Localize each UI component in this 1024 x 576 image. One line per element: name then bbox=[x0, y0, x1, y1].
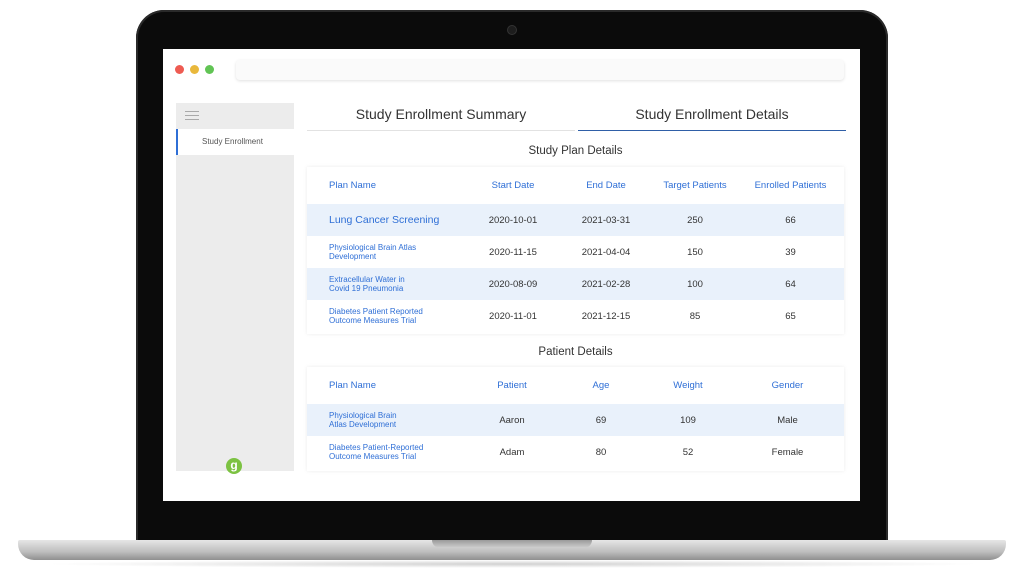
table-row[interactable]: Lung Cancer Screening 2020-10-01 2021-03… bbox=[307, 204, 844, 236]
table-header-row: Plan Name Patient Age Weight Gender bbox=[307, 367, 844, 404]
target-patients-cell: 100 bbox=[687, 278, 703, 290]
weight-cell: 109 bbox=[680, 414, 696, 426]
column-header[interactable]: Weight bbox=[645, 380, 731, 391]
tab-study-enrollment-details[interactable]: Study Enrollment Details bbox=[578, 99, 846, 131]
app-logo: g bbox=[226, 458, 242, 474]
column-header[interactable]: Age bbox=[557, 380, 645, 391]
end-date-cell: 2021-04-04 bbox=[581, 246, 631, 258]
plan-name-cell[interactable]: Lung Cancer Screening bbox=[307, 214, 467, 225]
end-date-cell: 2021-03-31 bbox=[581, 214, 631, 226]
study-plan-table: Plan Name Start Date End Date Target Pat… bbox=[307, 167, 844, 334]
start-date-cell: 2020-08-09 bbox=[488, 278, 538, 290]
gender-cell: Male bbox=[777, 414, 798, 426]
start-date-cell: 2020-11-01 bbox=[489, 310, 537, 322]
end-date-cell: 2021-02-28 bbox=[581, 278, 631, 290]
table-row[interactable]: Extracellular Water in Covid 19 Pneumoni… bbox=[307, 268, 844, 300]
enrolled-patients-cell: 39 bbox=[785, 246, 796, 258]
plan-name-cell[interactable]: Diabetes Patient-Reported Outcome Measur… bbox=[307, 443, 467, 461]
column-header[interactable]: Plan Name bbox=[307, 181, 467, 191]
column-header[interactable]: Start Date bbox=[467, 180, 559, 191]
target-patients-cell: 250 bbox=[687, 214, 703, 226]
plan-name-cell[interactable]: Extracellular Water in Covid 19 Pneumoni… bbox=[307, 275, 467, 293]
column-header[interactable]: Plan Name bbox=[307, 381, 467, 391]
camera-icon bbox=[507, 25, 517, 35]
column-header[interactable]: Gender bbox=[731, 380, 844, 391]
column-header[interactable]: Enrolled Patients bbox=[737, 180, 844, 191]
table-row[interactable]: Physiological Brain Atlas Development 20… bbox=[307, 236, 844, 268]
tab-study-enrollment-summary[interactable]: Study Enrollment Summary bbox=[307, 99, 575, 131]
patient-details-title: Patient Details bbox=[538, 346, 613, 358]
gender-cell: Female bbox=[771, 446, 804, 458]
laptop-notch bbox=[432, 540, 592, 548]
column-header[interactable]: Patient bbox=[467, 380, 557, 391]
enrolled-patients-cell: 65 bbox=[785, 310, 796, 322]
target-patients-cell: 150 bbox=[687, 246, 703, 258]
laptop-shadow bbox=[40, 560, 984, 568]
age-cell: 80 bbox=[595, 446, 607, 458]
enrolled-patients-cell: 66 bbox=[785, 214, 796, 226]
table-row[interactable]: Physiological Brain Atlas Development Aa… bbox=[307, 404, 844, 436]
address-bar[interactable] bbox=[236, 60, 844, 80]
column-header[interactable]: End Date bbox=[559, 180, 653, 191]
column-header[interactable]: Target Patients bbox=[653, 180, 737, 191]
plan-name-cell[interactable]: Physiological Brain Atlas Development bbox=[307, 243, 467, 261]
end-date-cell: 2021-12-15 bbox=[581, 310, 631, 322]
target-patients-cell: 85 bbox=[689, 310, 701, 322]
close-window-button[interactable] bbox=[175, 65, 184, 74]
sidebar-item-study-enrollment[interactable]: Study Enrollment bbox=[176, 129, 294, 155]
patient-cell: Aaron bbox=[499, 414, 525, 426]
start-date-cell: 2020-10-01 bbox=[488, 214, 538, 226]
table-row[interactable]: Diabetes Patient Reported Outcome Measur… bbox=[307, 300, 844, 332]
sidebar: Study Enrollment g bbox=[176, 103, 294, 474]
tab-bar: Study Enrollment Summary Study Enrollmen… bbox=[307, 99, 846, 131]
hamburger-menu-icon[interactable] bbox=[185, 111, 199, 121]
age-cell: 69 bbox=[595, 414, 607, 426]
plan-name-cell[interactable]: Diabetes Patient Reported Outcome Measur… bbox=[307, 307, 467, 325]
table-header-row: Plan Name Start Date End Date Target Pat… bbox=[307, 167, 844, 204]
table-row[interactable]: Diabetes Patient-Reported Outcome Measur… bbox=[307, 436, 844, 468]
start-date-cell: 2020-11-15 bbox=[489, 246, 537, 258]
patient-table: Plan Name Patient Age Weight Gender Phys… bbox=[307, 367, 844, 471]
enrolled-patients-cell: 64 bbox=[785, 278, 796, 290]
app-window: Study Enrollment g Study Enrollment Summ… bbox=[163, 49, 860, 501]
weight-cell: 52 bbox=[682, 446, 694, 458]
maximize-window-button[interactable] bbox=[205, 65, 214, 74]
plan-name-cell[interactable]: Physiological Brain Atlas Development bbox=[307, 411, 467, 429]
minimize-window-button[interactable] bbox=[190, 65, 199, 74]
patient-cell: Adam bbox=[499, 446, 525, 458]
study-plan-title: Study Plan Details bbox=[528, 145, 623, 157]
